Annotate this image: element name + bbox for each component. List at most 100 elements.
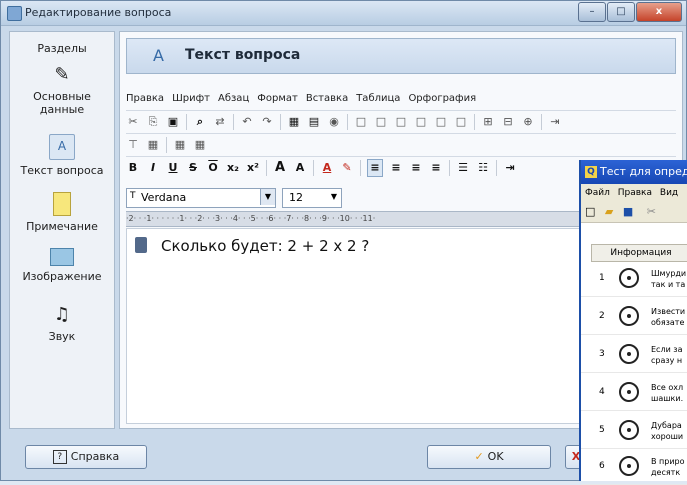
indent-icon[interactable]: ⇥ bbox=[503, 160, 517, 176]
menu-insert[interactable]: Вставка bbox=[306, 90, 348, 108]
table-cell-icon[interactable]: □ bbox=[454, 114, 468, 130]
align-left-icon[interactable]: ≡ bbox=[367, 159, 383, 177]
chevron-down-icon[interactable]: ▼ bbox=[260, 189, 275, 205]
chevron-down-icon[interactable]: ▼ bbox=[327, 189, 341, 205]
table-delete-icon[interactable]: ⇥ bbox=[548, 114, 562, 130]
insert-object-icon[interactable]: ◉ bbox=[327, 114, 341, 130]
table-row[interactable]: 5 Дубара хороши bbox=[581, 414, 687, 449]
radio-icon[interactable] bbox=[619, 344, 639, 364]
redo-icon[interactable]: ↷ bbox=[260, 114, 274, 130]
ok-button-label: OK bbox=[487, 450, 504, 463]
close-button[interactable]: x bbox=[636, 2, 682, 22]
open-folder-icon[interactable]: ▰ bbox=[605, 205, 613, 218]
new-file-icon[interactable]: □ bbox=[585, 205, 595, 218]
radio-icon[interactable] bbox=[619, 382, 639, 402]
menu-spelling[interactable]: Орфография bbox=[408, 90, 476, 108]
text-color-icon[interactable]: A bbox=[320, 160, 334, 176]
table-row[interactable]: 4 Все охл шашки. bbox=[581, 376, 687, 411]
font-shrink-icon[interactable]: A bbox=[293, 160, 307, 176]
maximize-button[interactable]: □ bbox=[607, 2, 635, 22]
strikethrough-icon[interactable]: S bbox=[186, 160, 200, 176]
cut-icon[interactable]: ✂ bbox=[126, 114, 140, 130]
numbered-list-icon[interactable]: ☷ bbox=[476, 160, 490, 176]
calculator-icon bbox=[135, 237, 147, 253]
menu-paragraph[interactable]: Абзац bbox=[218, 90, 249, 108]
ok-button[interactable]: ✓ OK bbox=[427, 445, 551, 469]
table-props-icon[interactable]: ⊤ bbox=[126, 137, 140, 153]
table-cell-icon[interactable]: □ bbox=[434, 114, 448, 130]
grid-icon[interactable]: ▦ bbox=[146, 137, 160, 153]
note-icon bbox=[53, 192, 71, 216]
font-size-select[interactable]: 12 ▼ bbox=[282, 188, 342, 208]
table-row[interactable]: 1 Шмурди так и та bbox=[581, 262, 687, 297]
menu-format[interactable]: Формат bbox=[257, 90, 298, 108]
highlight-icon[interactable]: ✎ bbox=[340, 160, 354, 176]
menu-font[interactable]: Шрифт bbox=[172, 90, 210, 108]
table-split-icon[interactable]: ⊞ bbox=[481, 114, 495, 130]
sidebar-item-question-text[interactable]: A Текст вопроса bbox=[10, 130, 114, 177]
find-icon[interactable]: ⌕ bbox=[193, 114, 207, 130]
help-button[interactable]: ? Справка bbox=[25, 445, 147, 469]
align-center-icon[interactable]: ≡ bbox=[389, 160, 403, 176]
paste-icon[interactable]: ▣ bbox=[166, 114, 180, 130]
grid-icon[interactable]: ▦ bbox=[193, 137, 207, 153]
menu-table[interactable]: Таблица bbox=[356, 90, 400, 108]
table-cell-icon[interactable]: □ bbox=[374, 114, 388, 130]
help-button-label: Справка bbox=[70, 450, 120, 463]
insert-table-icon[interactable]: ▤ bbox=[307, 114, 321, 130]
column-header[interactable]: Информация bbox=[591, 244, 687, 262]
test-window-title-bar[interactable]: Q Тест для опред bbox=[581, 160, 687, 184]
undo-icon[interactable]: ↶ bbox=[240, 114, 254, 130]
editor-content[interactable]: Сколько будет: 2 + 2 x 2 ? bbox=[161, 237, 369, 255]
menu-edit[interactable]: Правка bbox=[618, 188, 652, 198]
pencil-icon: ✎ bbox=[54, 64, 70, 85]
table-row[interactable]: 6 В приро десятк bbox=[581, 450, 687, 485]
underline-icon[interactable]: U bbox=[166, 160, 180, 176]
bold-icon[interactable]: B bbox=[126, 160, 140, 176]
radio-icon[interactable] bbox=[619, 456, 639, 476]
title-bar[interactable]: Редактирование вопроса – □ x bbox=[1, 1, 686, 26]
overline-icon[interactable]: O bbox=[206, 160, 220, 176]
menu-edit[interactable]: Правка bbox=[126, 90, 164, 108]
align-right-icon[interactable]: ≡ bbox=[409, 160, 423, 176]
sidebar-item-label: Звук bbox=[48, 330, 76, 343]
sidebar-item-image[interactable]: Изображение bbox=[10, 244, 114, 283]
sidebar-item-sound[interactable]: ♫ Звук bbox=[10, 300, 114, 343]
radio-icon[interactable] bbox=[619, 306, 639, 326]
radio-icon[interactable] bbox=[619, 268, 639, 288]
sidebar-item-label: Изображение bbox=[22, 270, 102, 283]
menu-file[interactable]: Файл bbox=[585, 188, 610, 198]
bullet-list-icon[interactable]: ☰ bbox=[456, 160, 470, 176]
sidebar-item-label: Примечание bbox=[26, 220, 98, 233]
table-merge-icon[interactable]: ⊟ bbox=[501, 114, 515, 130]
toolbar-row-2: ⊤ ▦ ▦ ▦ bbox=[126, 133, 676, 156]
sidebar-item-label: Текст вопроса bbox=[20, 164, 104, 177]
font-family-select[interactable]: T Verdana ▼ bbox=[126, 188, 276, 208]
table-cell-icon[interactable]: □ bbox=[354, 114, 368, 130]
table-insert-icon[interactable]: ⊕ bbox=[521, 114, 535, 130]
sidebar-item-main-data[interactable]: ✎ Основные данные bbox=[10, 60, 114, 116]
grid-icon[interactable]: ▦ bbox=[173, 137, 187, 153]
cut-icon[interactable]: ✂ bbox=[647, 205, 656, 218]
toolbar-row-1: ✂ ⎘ ▣ ⌕ ⇄ ↶ ↷ ▦ ▤ ◉ □ □ □ □ □ □ ⊞ ⊟ ⊕ ⇥ bbox=[126, 110, 676, 133]
italic-icon[interactable]: I bbox=[146, 160, 160, 176]
q-app-icon: Q bbox=[585, 166, 597, 178]
app-icon bbox=[7, 6, 22, 21]
table-row[interactable]: 3 Если за сразу н bbox=[581, 338, 687, 373]
menu-view[interactable]: Вид bbox=[660, 188, 678, 198]
minimize-button[interactable]: – bbox=[578, 2, 606, 22]
table-cell-icon[interactable]: □ bbox=[414, 114, 428, 130]
replace-icon[interactable]: ⇄ bbox=[213, 114, 227, 130]
radio-icon[interactable] bbox=[619, 420, 639, 440]
insert-image-icon[interactable]: ▦ bbox=[287, 114, 301, 130]
copy-icon[interactable]: ⎘ bbox=[146, 114, 160, 130]
table-row[interactable]: 2 Извести обязате bbox=[581, 300, 687, 335]
align-justify-icon[interactable]: ≡ bbox=[429, 160, 443, 176]
superscript-icon[interactable]: x² bbox=[246, 160, 260, 176]
sidebar-item-note[interactable]: Примечание bbox=[10, 188, 114, 233]
font-grow-icon[interactable]: A bbox=[273, 160, 287, 176]
text-question-icon: A bbox=[49, 134, 75, 160]
save-icon[interactable]: ■ bbox=[623, 205, 633, 218]
table-cell-icon[interactable]: □ bbox=[394, 114, 408, 130]
subscript-icon[interactable]: x₂ bbox=[226, 160, 240, 176]
